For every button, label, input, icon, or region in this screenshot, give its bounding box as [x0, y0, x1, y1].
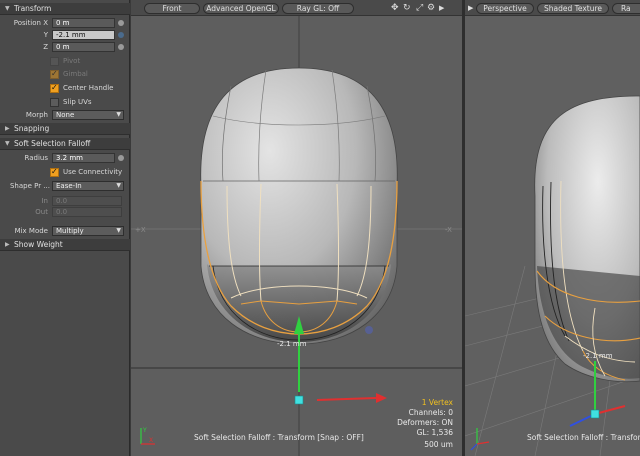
move-icon[interactable]: ✥	[391, 3, 399, 13]
position-z-row: Z 0 m	[0, 41, 130, 53]
info-channels: Channels: 0	[408, 408, 453, 417]
view-type-tab[interactable]: Perspective	[476, 3, 534, 14]
position-y-row: Y -2.1 mm	[0, 29, 130, 41]
use-connectivity-label: Use Connectivity	[63, 168, 123, 176]
out-field[interactable]: 0.0	[52, 207, 122, 217]
center-handle-row: Center Handle	[0, 82, 130, 94]
lock-dot-icon[interactable]	[118, 32, 124, 38]
gear-icon[interactable]: ⚙	[427, 3, 435, 13]
info-grid-scale: 500 um	[424, 440, 453, 449]
slip-uvs-checkbox[interactable]	[50, 98, 59, 107]
morph-label: Morph	[25, 111, 48, 119]
mix-mode-label: Mix Mode	[14, 227, 48, 235]
properties-panel: ▼ Transform Position X 0 m Y -2.1 mm Z 0…	[0, 0, 130, 456]
grid-edge-label: -X	[445, 226, 452, 234]
position-y-label: Y	[43, 31, 48, 39]
pivot-row: Pivot	[0, 55, 130, 67]
info-vertex-count: 1 Vertex	[421, 398, 453, 407]
radius-label: Radius	[24, 154, 48, 162]
perspective-viewport[interactable]: ▶ Perspective Shaded Texture Ra -2.1 mm …	[465, 0, 640, 456]
axis-gizmo-icon	[470, 428, 490, 451]
viewport-status-text: Soft Selection Falloff : Transform [Snap…	[194, 433, 364, 442]
shading-mode-tab[interactable]: Advanced OpenGL	[203, 3, 279, 14]
transform-section-header[interactable]: ▼ Transform	[0, 3, 130, 15]
info-gl-polycount: GL: 1,536	[416, 428, 453, 437]
front-viewport[interactable]: Front Advanced OpenGL Ray GL: Off ✥ ↻ ⤢ …	[131, 0, 462, 456]
lock-dot-icon[interactable]	[118, 44, 124, 50]
gimbal-label: Gimbal	[63, 70, 88, 78]
mix-mode-select[interactable]: Multiply ▼	[52, 226, 124, 236]
radius-row: Radius 3.2 mm	[0, 152, 130, 164]
shading-mode-tab[interactable]: Shaded Texture	[537, 3, 609, 14]
use-connectivity-row: Use Connectivity	[0, 166, 130, 178]
view-type-tab[interactable]: Front	[144, 3, 200, 14]
position-z-label: Z	[43, 43, 48, 51]
center-handle-label: Center Handle	[63, 84, 114, 92]
head-mesh[interactable]	[200, 67, 398, 345]
center-handle-checkbox[interactable]	[50, 82, 59, 94]
perspective-view-canvas[interactable]: -2.1 mm	[465, 16, 640, 456]
radius-field[interactable]: 3.2 mm	[52, 153, 115, 163]
handle-value-readout: -2.1 mm	[583, 352, 613, 360]
mix-mode-row: Mix Mode Multiply ▼	[0, 225, 130, 237]
svg-text:Y: Y	[142, 427, 147, 434]
rotate-icon[interactable]: ↻	[403, 3, 411, 13]
ray-gl-tab[interactable]: Ray GL: Off	[282, 3, 354, 14]
head-mesh[interactable]	[534, 95, 640, 383]
chevron-down-icon: ▼	[116, 227, 121, 234]
viewport-toolbar: ▶ Perspective Shaded Texture Ra	[465, 0, 640, 16]
show-weight-section-header[interactable]: ▶ Show Weight	[0, 239, 130, 251]
position-y-field[interactable]: -2.1 mm	[52, 30, 115, 40]
pivot-checkbox[interactable]	[50, 57, 59, 66]
morph-row: Morph None ▼	[0, 109, 130, 121]
grid-edge-label: +X	[135, 226, 146, 234]
ray-gl-tab[interactable]: Ra	[612, 3, 640, 14]
chevron-down-icon: ▼	[116, 182, 121, 189]
expand-arrow-icon[interactable]: ▶	[439, 4, 444, 12]
slip-uvs-label: Slip UVs	[63, 98, 92, 106]
position-x-field[interactable]: 0 m	[52, 18, 115, 28]
axis-gizmo-icon: Y X	[140, 427, 155, 445]
lock-dot-icon[interactable]	[118, 155, 124, 161]
shape-preset-select[interactable]: Ease-In ▼	[52, 181, 124, 191]
pivot-label: Pivot	[63, 57, 81, 65]
gimbal-row: Gimbal	[0, 68, 130, 80]
out-row: Out 0.0	[0, 206, 130, 218]
morph-select[interactable]: None ▼	[52, 110, 124, 120]
position-x-row: Position X 0 m	[0, 17, 130, 29]
expand-triangle-icon: ▶	[5, 241, 10, 248]
collapse-triangle-icon: ▼	[5, 140, 10, 147]
viewport-toolbar: Front Advanced OpenGL Ray GL: Off ✥ ↻ ⤢ …	[131, 0, 462, 16]
shape-preset-label: Shape Pr ...	[9, 182, 50, 190]
expand-arrow-icon[interactable]: ▶	[468, 4, 473, 12]
svg-text:X: X	[149, 437, 153, 444]
slip-uvs-row: Slip UVs	[0, 96, 130, 108]
maximize-icon[interactable]: ⤢	[416, 3, 423, 13]
front-view-canvas[interactable]: +X -X -2.1 mm Y X	[131, 16, 462, 456]
use-connectivity-checkbox[interactable]	[50, 166, 59, 178]
handle-value-readout: -2.1 mm	[277, 340, 307, 348]
chevron-down-icon: ▼	[116, 111, 121, 118]
in-field[interactable]: 0.0	[52, 196, 122, 206]
gimbal-checkbox[interactable]	[50, 68, 59, 80]
info-deformers: Deformers: ON	[397, 418, 453, 427]
snapping-section-header[interactable]: ▶ Snapping	[0, 123, 130, 135]
out-label: Out	[35, 208, 48, 216]
soft-selection-section-header[interactable]: ▼ Soft Selection Falloff	[0, 138, 130, 150]
collapse-triangle-icon: ▼	[5, 5, 10, 12]
position-x-label: Position X	[13, 19, 48, 27]
viewport-status-text: Soft Selection Falloff : Transfor	[527, 433, 640, 442]
lock-dot-icon[interactable]	[118, 20, 124, 26]
expand-triangle-icon: ▶	[5, 125, 10, 132]
position-z-field[interactable]: 0 m	[52, 42, 115, 52]
shape-preset-row: Shape Pr ... Ease-In ▼	[0, 180, 130, 192]
